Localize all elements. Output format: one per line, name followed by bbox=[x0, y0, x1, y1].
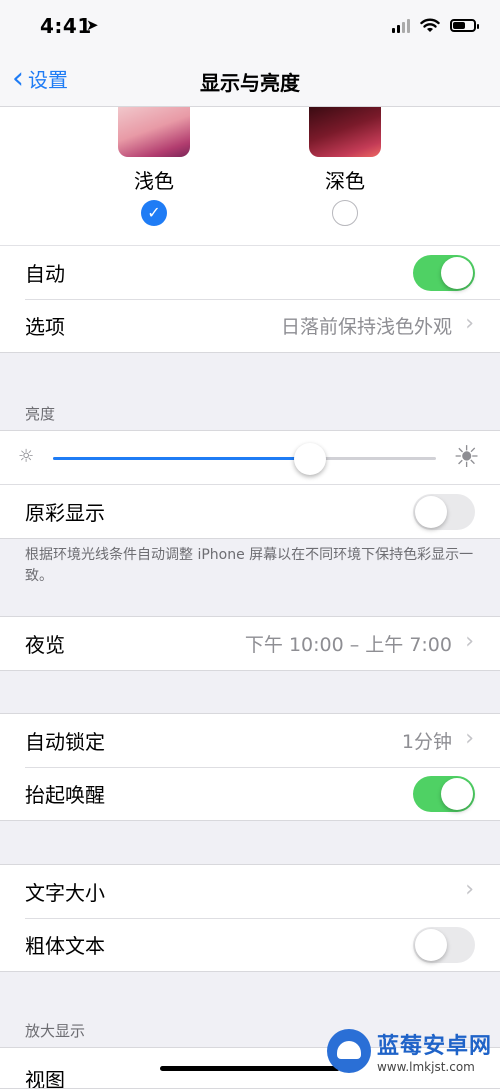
view-label: 视图 bbox=[25, 1068, 65, 1089]
brightness-slider-row: ☼ ☀ bbox=[0, 431, 500, 484]
raise-to-wake-label: 抬起唤醒 bbox=[25, 783, 105, 807]
status-time: 4:41 bbox=[40, 14, 92, 38]
navigation-bar: ‹ 设置 显示与亮度 bbox=[0, 54, 500, 107]
checkmark-icon: ✓ bbox=[147, 203, 161, 222]
appearance-options-group: 自动 选项 日落前保持浅色外观 › bbox=[0, 246, 500, 353]
status-bar: 4:41 ➤ bbox=[0, 0, 500, 54]
options-value: 日落前保持浅色外观 bbox=[280, 316, 452, 338]
auto-lock-label: 自动锁定 bbox=[25, 730, 105, 754]
wifi-icon bbox=[420, 18, 440, 32]
text-group: 文字大小 › 粗体文本 bbox=[0, 864, 500, 972]
chevron-right-icon: › bbox=[465, 629, 474, 654]
page-title: 显示与亮度 bbox=[200, 71, 300, 95]
true-tone-toggle[interactable] bbox=[413, 494, 475, 530]
chevron-right-icon: › bbox=[465, 311, 474, 336]
cellular-signal-icon bbox=[392, 18, 410, 33]
automatic-label: 自动 bbox=[25, 262, 65, 286]
appearance-picker: 浅色 深色 ✓ bbox=[0, 107, 500, 246]
text-size-label: 文字大小 bbox=[25, 881, 105, 905]
sun-large-icon: ☀ bbox=[453, 440, 480, 475]
auto-lock-row[interactable]: 自动锁定 1分钟 › bbox=[0, 714, 500, 767]
watermark-title: 蓝莓安卓网 bbox=[376, 1034, 492, 1059]
raise-to-wake-toggle[interactable] bbox=[413, 776, 475, 812]
sun-small-icon: ☼ bbox=[18, 446, 35, 467]
auto-lock-value: 1分钟 bbox=[401, 731, 452, 753]
dark-mode-radio[interactable] bbox=[332, 200, 358, 226]
battery-icon bbox=[450, 19, 479, 32]
text-size-row[interactable]: 文字大小 › bbox=[0, 865, 500, 918]
watermark: 蓝莓安卓网 www.lmkjst.com bbox=[326, 1028, 492, 1074]
brightness-slider-fill bbox=[53, 457, 310, 460]
display-zoom-header: 放大显示 bbox=[25, 1022, 86, 1040]
light-mode-radio[interactable]: ✓ bbox=[141, 200, 167, 226]
chevron-right-icon: › bbox=[465, 726, 474, 751]
lock-group: 自动锁定 1分钟 › 抬起唤醒 bbox=[0, 713, 500, 821]
night-shift-group: 夜览 下午 10:00 – 上午 7:00 › bbox=[0, 616, 500, 671]
brightness-header: 亮度 bbox=[25, 405, 56, 423]
watermark-url: www.lmkjst.com bbox=[376, 1060, 475, 1074]
location-arrow-icon: ➤ bbox=[86, 16, 99, 34]
raise-to-wake-row: 抬起唤醒 bbox=[0, 767, 500, 820]
night-shift-row[interactable]: 夜览 下午 10:00 – 上午 7:00 › bbox=[0, 617, 500, 670]
dark-mode-label: 深色 bbox=[325, 169, 365, 193]
home-indicator bbox=[160, 1066, 340, 1071]
automatic-row: 自动 bbox=[0, 246, 500, 299]
bold-text-label: 粗体文本 bbox=[25, 934, 105, 958]
status-icons bbox=[392, 18, 479, 33]
night-shift-label: 夜览 bbox=[25, 633, 65, 657]
light-mode-label: 浅色 bbox=[134, 169, 174, 193]
brightness-slider[interactable] bbox=[53, 443, 436, 475]
brightness-group: ☼ ☀ 原彩显示 bbox=[0, 430, 500, 539]
options-label: 选项 bbox=[25, 315, 65, 339]
bold-text-toggle[interactable] bbox=[413, 927, 475, 963]
chevron-right-icon: › bbox=[465, 877, 474, 902]
dark-mode-preview[interactable] bbox=[309, 107, 381, 157]
true-tone-row: 原彩显示 bbox=[0, 484, 500, 538]
android-logo-icon bbox=[326, 1029, 371, 1073]
true-tone-label: 原彩显示 bbox=[25, 501, 105, 525]
options-row[interactable]: 选项 日落前保持浅色外观 › bbox=[0, 299, 500, 352]
light-mode-preview[interactable] bbox=[118, 107, 190, 157]
bold-text-row: 粗体文本 bbox=[0, 918, 500, 971]
brightness-slider-thumb[interactable] bbox=[293, 443, 326, 475]
true-tone-footnote: 根据环境光线条件自动调整 iPhone 屏幕以在不同环境下保持色彩显示一致。 bbox=[25, 547, 474, 584]
automatic-toggle[interactable] bbox=[413, 255, 475, 291]
night-shift-value: 下午 10:00 – 上午 7:00 bbox=[244, 634, 452, 656]
